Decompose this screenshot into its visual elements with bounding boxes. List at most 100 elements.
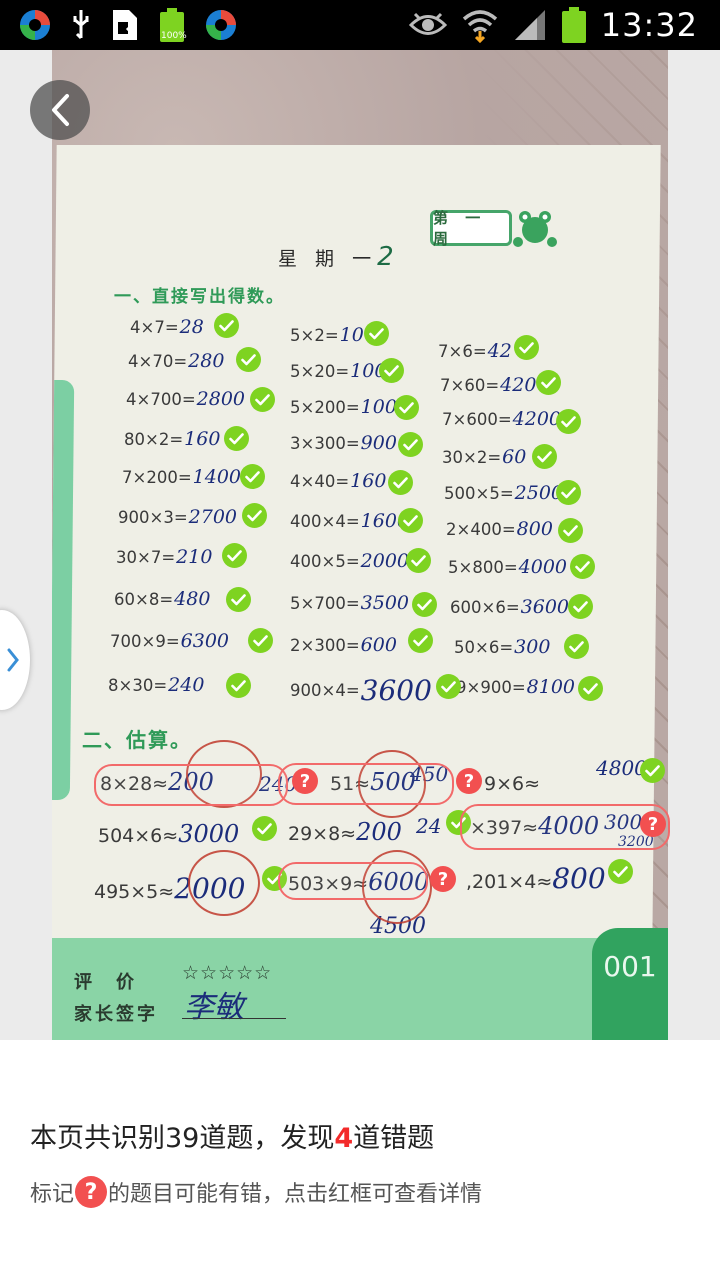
problem-c3-1: 7×6= 42 (438, 340, 512, 362)
question: 4×70= (128, 351, 188, 371)
rating-label: 评 价 (74, 972, 137, 993)
problem-c3-4: 30×2= 60 (442, 446, 526, 468)
error-box-4[interactable] (278, 862, 428, 900)
answer: 6300 (180, 630, 230, 652)
answer: 28 (179, 316, 204, 338)
check-icon (248, 628, 273, 653)
problem-c2-2: 5×20= 100 (290, 360, 386, 382)
question: 60×8= (114, 589, 174, 609)
problem-c2-8: 5×700= 3500 (290, 592, 409, 614)
answer: 800 (552, 862, 606, 895)
check-icon (388, 470, 413, 495)
check-icon (222, 543, 247, 568)
answer: 300 (514, 636, 551, 658)
question: 400×4= (290, 511, 360, 531)
check-icon (556, 409, 581, 434)
problem-c3-5: 500×5= 2500 (444, 482, 563, 504)
question: 80×2= (124, 429, 184, 449)
answer: 60 (502, 446, 527, 468)
frog-icon (513, 211, 557, 247)
question: 900×3= (118, 507, 188, 527)
sim-card-icon (110, 8, 140, 42)
answer: 900 (360, 432, 397, 454)
chevron-right-icon (7, 648, 19, 672)
answer: 210 (176, 546, 213, 568)
question: 700×9= (110, 631, 180, 651)
question: 5×2= (290, 325, 339, 345)
question: 30×7= (116, 547, 176, 567)
answer: 420 (500, 374, 537, 396)
error-mark-icon[interactable]: ? (430, 866, 456, 892)
check-icon (558, 518, 583, 543)
answer: 160 (184, 428, 221, 450)
answer: 160 (350, 470, 387, 492)
question: 504×6≈ (98, 825, 179, 847)
app-icon (18, 8, 52, 42)
section2-title: 二、估算。 (82, 728, 192, 752)
day-number: 2 (377, 242, 394, 272)
day-heading-text: 星 期 一 (278, 248, 378, 270)
check-icon (250, 387, 275, 412)
answer: 42 (487, 340, 512, 362)
error-mark-icon[interactable]: ? (292, 768, 318, 794)
question: 8×30= (108, 675, 168, 695)
problem-c3-6: 2×400= 800 (446, 518, 553, 540)
eye-icon (408, 10, 447, 40)
check-icon (408, 628, 433, 653)
check-icon (252, 816, 277, 841)
question: 5×20= (290, 361, 350, 381)
check-icon (608, 859, 633, 884)
chevron-left-icon (52, 94, 69, 126)
problem-c1-8: 60×8= 480 (114, 588, 210, 610)
app-icon (204, 8, 238, 42)
parent-sign-label: 家长签字 (74, 1004, 158, 1025)
page-edge-decoration (52, 380, 75, 800)
battery-icon (561, 6, 587, 44)
question: 7×6= (438, 341, 487, 361)
question: 7×60= (440, 375, 500, 395)
problem-c1-9: 700×9= 6300 (110, 630, 229, 652)
rating-stars: ☆☆☆☆☆ (182, 962, 273, 984)
result-summary: 本页共识别39道题，发现4道错题 (30, 1116, 434, 1155)
check-icon (536, 370, 561, 395)
answer: 3000 (178, 820, 240, 848)
usb-icon (70, 8, 92, 42)
signature: 李敏 (184, 990, 244, 1025)
error-mark-icon[interactable]: ? (640, 811, 666, 837)
problem-c3-2: 7×60= 420 (440, 374, 536, 396)
pencil-circle (188, 850, 260, 916)
check-icon (556, 480, 581, 505)
answer: 3600 (520, 596, 570, 618)
question: 500×5= (444, 483, 514, 503)
problem-c3-7: 5×800= 4000 (448, 556, 567, 578)
error-box-1[interactable] (94, 764, 288, 806)
check-icon (242, 503, 267, 528)
answer: 4000 (518, 556, 568, 578)
summary-prefix: 本页共识别39道题，发现 (30, 1123, 335, 1154)
error-count: 4 (334, 1123, 354, 1154)
question: 5×200= (290, 397, 360, 417)
problem-c1-10: 8×30= 240 (108, 674, 204, 696)
answer: 3500 (360, 592, 410, 614)
question: 7×200= (122, 467, 192, 487)
wifi-icon (461, 7, 499, 43)
error-mark-icon[interactable]: ? (456, 768, 482, 794)
question: ,201×4≈ (466, 871, 553, 893)
section1-title: 一、直接写出得数。 (114, 287, 285, 307)
check-icon (532, 444, 557, 469)
answer: 480 (174, 588, 211, 610)
check-icon (379, 358, 404, 383)
problem-c2-6: 400×4= 1600 (290, 510, 409, 532)
problem-c3-3: 7×600= 4200 (442, 408, 561, 430)
signal-icon (513, 8, 547, 42)
back-button[interactable] (30, 80, 90, 140)
check-icon (364, 321, 389, 346)
check-icon (240, 464, 265, 489)
problem-c2-9: 2×300= 600 (290, 634, 397, 656)
check-icon (406, 548, 431, 573)
answer: 2700 (188, 506, 238, 528)
estimate-r2-2: 29×8≈200 (288, 818, 402, 846)
error-box-3[interactable] (460, 804, 670, 850)
problem-c2-5: 4×40= 160 (290, 470, 386, 492)
question-mark-icon: ? (75, 1176, 108, 1208)
